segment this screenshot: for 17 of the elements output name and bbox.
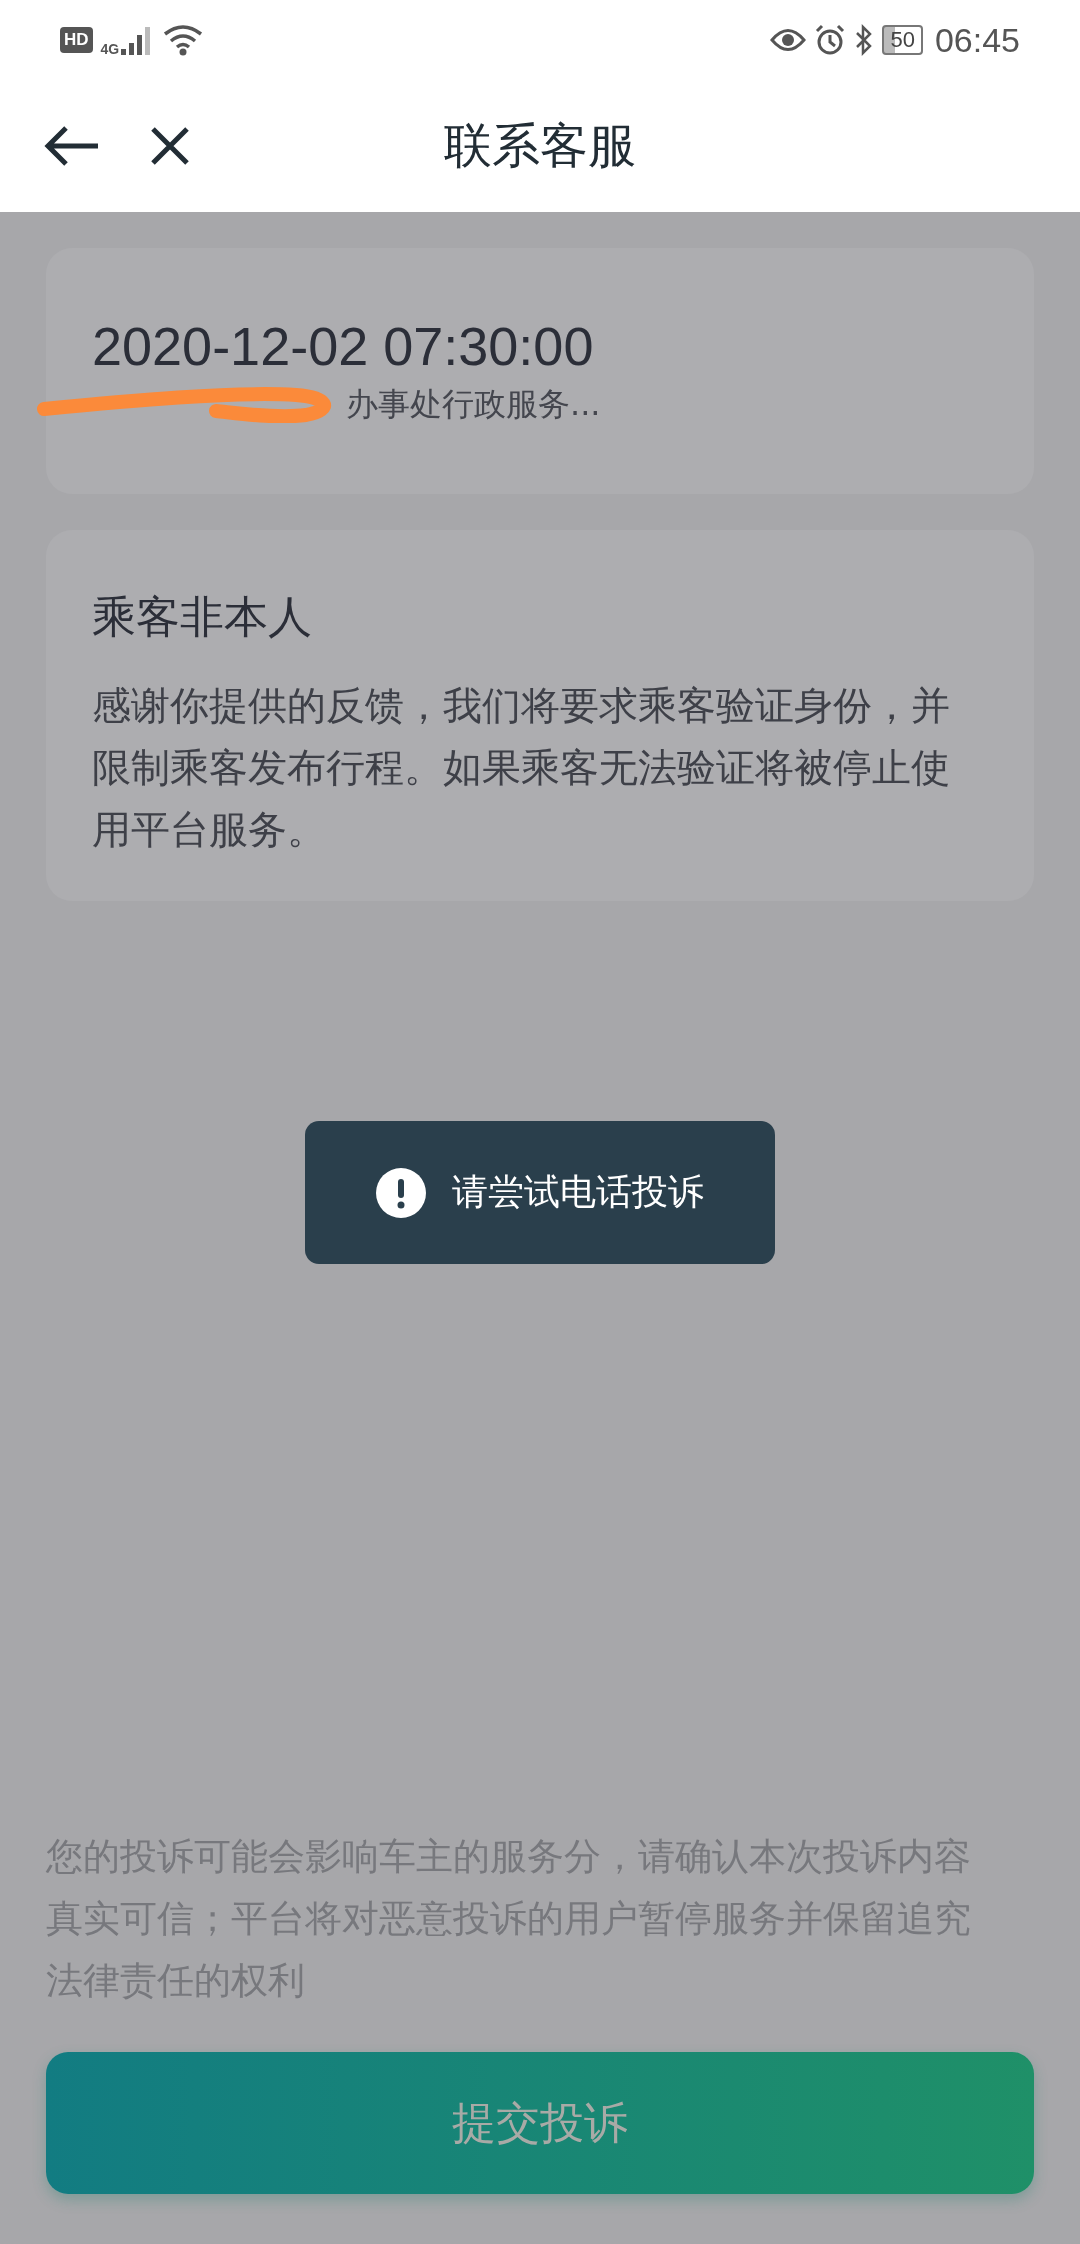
eye-icon — [770, 27, 807, 53]
alarm-icon — [814, 24, 847, 56]
trip-address: 办事处行政服务... — [346, 384, 601, 425]
result-message: 感谢你提供的反馈，我们将要求乘客验证身份，并限制乘客发布行程。如果乘客无法验证将被停止使用平台服务。 — [92, 682, 951, 854]
page-title: 联系客服 — [444, 116, 636, 175]
battery-level: 50 — [882, 25, 923, 55]
back-icon[interactable] — [44, 124, 100, 168]
network-type: 4G — [100, 41, 120, 57]
toast-message: 请尝试电话投诉 — [452, 1170, 704, 1214]
submit-button[interactable]: 提交投诉 — [46, 2052, 1034, 2194]
result-title: 乘客非本人 — [92, 590, 313, 644]
hd-badge: HD — [60, 27, 93, 53]
warning-icon — [376, 1167, 426, 1218]
close-icon[interactable] — [150, 126, 190, 166]
status-time: 06:45 — [934, 20, 1020, 60]
wifi-icon — [163, 24, 204, 56]
trip-datetime: 2020-12-02 07:30:00 — [92, 315, 595, 377]
